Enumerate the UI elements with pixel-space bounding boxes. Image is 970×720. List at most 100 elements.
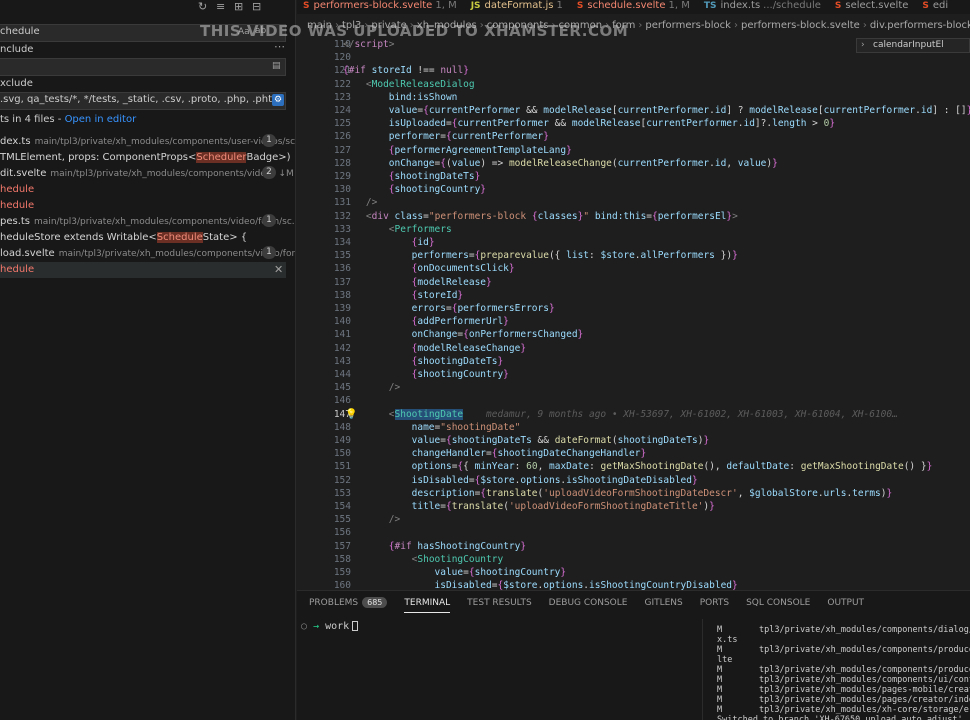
results-summary: ts in 4 files - Open in editor bbox=[0, 112, 136, 128]
code-line: value={shootingCountry} bbox=[434, 567, 567, 578]
search-result-match[interactable]: hedule ✕ bbox=[0, 262, 286, 278]
result-file-path: main/tpl3/private/xh_modules/components/… bbox=[50, 169, 275, 179]
dismiss-icon[interactable]: ✕ bbox=[274, 262, 283, 278]
editor-tab[interactable]: Sselect.svelte bbox=[829, 0, 917, 14]
git-path: tpl3/private/xh_modules/components/dialo… bbox=[759, 625, 970, 635]
new-search-editor-icon[interactable]: ⊞ bbox=[234, 0, 243, 13]
git-path: lte bbox=[717, 655, 733, 665]
panel-tab[interactable]: OUTPUT bbox=[827, 598, 864, 613]
tab-label: performers-block.svelte bbox=[313, 0, 433, 11]
tab-description: 1, M bbox=[435, 0, 457, 11]
search-result-match[interactable]: hedule bbox=[0, 198, 286, 214]
panel-tab[interactable]: SQL CONSOLE bbox=[746, 598, 810, 613]
tab-description: .../schedule bbox=[763, 0, 821, 11]
code-line: description={translate('uploadVideoFormS… bbox=[411, 487, 893, 499]
bottom-panel: PROBLEMS 685 TERMINAL TEST RESULTS DEBUG CON… bbox=[297, 590, 970, 720]
code-line: <ModelReleaseDialog bbox=[365, 78, 475, 90]
code-line: performer={currentPerformer} bbox=[388, 131, 549, 143]
code-line: <div class="performers-block {classes}" … bbox=[365, 210, 738, 222]
svelte-file-icon: S bbox=[303, 1, 310, 11]
panel-tab-label: PORTS bbox=[699, 598, 730, 608]
panel-tab-label: OUTPUT bbox=[827, 598, 865, 608]
code-line: isUploaded={currentPerformer && modelRel… bbox=[388, 118, 836, 130]
search-result-file[interactable]: dex.ts main/tpl3/private/xh_modules/compo… bbox=[0, 134, 295, 150]
code-line: {modelReleaseChange} bbox=[411, 342, 527, 354]
code-line: bind:isShown bbox=[388, 91, 458, 103]
code-line: {shootingDateTs} bbox=[411, 355, 504, 367]
tab-description: 1 bbox=[556, 0, 563, 11]
files-to-exclude-input[interactable]: .svg, qa_tests/*, */tests, _static, .csv… bbox=[0, 92, 286, 110]
prompt-directory: work bbox=[325, 621, 350, 632]
code-line: onChange={(value) => modelReleaseChange(… bbox=[388, 157, 778, 169]
editor-tab[interactable]: Sperformers-block.svelte 1, M bbox=[297, 0, 465, 14]
tab-label: index.ts bbox=[720, 0, 761, 11]
search-result-file[interactable]: load.svelte main/tpl3/private/xh_modules/… bbox=[0, 246, 295, 262]
terminal-output-line: x.ts bbox=[717, 635, 737, 645]
svelte-file-icon: S bbox=[922, 1, 929, 11]
open-in-editor-link[interactable]: Open in editor bbox=[65, 114, 137, 125]
svelte-file-icon: S bbox=[576, 1, 584, 11]
results-summary-text: ts in 4 files - bbox=[0, 114, 65, 125]
code-line: isDisabled={$store.options.isShootingDat… bbox=[411, 474, 698, 486]
breadcrumb-item[interactable]: performers-block bbox=[645, 20, 731, 31]
panel-tab[interactable]: PROBLEMS 685 bbox=[309, 597, 388, 612]
git-path: tpl3/private/xh_modules/xh-core/storage/… bbox=[759, 705, 970, 715]
breadcrumb-item[interactable]: div.performers-block {cl bbox=[870, 20, 970, 31]
result-file-name: dex.ts bbox=[0, 136, 31, 147]
git-path: tpl3/private/xh_modules/components/ui/co… bbox=[759, 675, 970, 685]
code-line: isDisabled={$store.options.isShootingCou… bbox=[434, 580, 738, 590]
terminal[interactable]: ○ → work bbox=[301, 621, 359, 632]
problems-count-badge: 685 bbox=[362, 597, 388, 608]
tab-label: schedule.svelte bbox=[587, 0, 666, 11]
result-file-name: pes.ts bbox=[0, 216, 31, 227]
code-editor[interactable]: 119 </script> 120 121 {#if storeId !== nul… bbox=[297, 38, 970, 590]
git-status: M bbox=[717, 665, 723, 675]
editor-tab[interactable]: Sschedule.svelte 1, M bbox=[571, 0, 698, 14]
panel-tab[interactable]: PORTS bbox=[700, 598, 729, 613]
match-count-badge: 1 bbox=[262, 246, 276, 259]
git-path: tpl3/private/xh_modules/components/produ… bbox=[759, 645, 970, 655]
panel-tab[interactable]: TEST RESULTS bbox=[467, 598, 531, 613]
panel-tab[interactable]: TERMINAL bbox=[404, 598, 451, 613]
clear-results-icon[interactable]: ≡ bbox=[216, 0, 225, 13]
files-to-exclude-label: xclude bbox=[0, 78, 33, 89]
code-line: {id} bbox=[411, 237, 435, 248]
match-highlight: Scheduler bbox=[196, 152, 247, 163]
panel-tab-bar: PROBLEMS 685 TERMINAL TEST RESULTS DEBUG CON… bbox=[309, 597, 881, 613]
tab-label: edi bbox=[932, 0, 949, 11]
search-result-match[interactable]: TMLElement, props: ComponentProps<Schedu… bbox=[0, 150, 295, 166]
open-editors-only-icon[interactable]: ▤ bbox=[272, 61, 281, 71]
sticky-scroll-hint[interactable]: › calendarInputEl bbox=[856, 38, 970, 53]
search-result-file[interactable]: pes.ts main/tpl3/private/xh_modules/compo… bbox=[0, 214, 295, 230]
panel-tab-label: DEBUG CONSOLE bbox=[548, 598, 628, 608]
code-line: <ShootingCountry bbox=[411, 553, 504, 565]
refresh-icon[interactable]: ↻ bbox=[198, 0, 207, 13]
files-to-include-input[interactable]: ▤ bbox=[0, 58, 286, 76]
breadcrumb-item[interactable]: performers-block.svelte bbox=[741, 20, 860, 31]
code-line: /> bbox=[365, 197, 378, 209]
panel-tab[interactable]: DEBUG CONSOLE bbox=[549, 598, 628, 613]
editor-tab[interactable]: Sedi bbox=[916, 0, 956, 14]
match-count-badge: 1 bbox=[262, 134, 276, 147]
tab-description: 1, M bbox=[668, 0, 690, 11]
breadcrumb-separator-icon: › bbox=[733, 20, 738, 31]
editor-tab[interactable]: TS index.ts .../schedule bbox=[698, 0, 829, 14]
terminal-output-line: Mtpl3/private/xh_modules/xh-core/storage… bbox=[717, 705, 970, 715]
use-exclude-settings-icon[interactable]: ⚙ bbox=[272, 94, 284, 106]
git-status: M bbox=[717, 675, 723, 685]
search-result-match[interactable]: heduleStore extends Writable<ScheduleSta… bbox=[0, 230, 286, 246]
code-line: name="shootingDate" bbox=[411, 421, 521, 433]
search-result-match[interactable]: hedule bbox=[0, 182, 286, 198]
more-options-icon[interactable]: ⋯ bbox=[274, 40, 285, 53]
search-result-file[interactable]: dit.svelte main/tpl3/private/xh_modules/c… bbox=[0, 166, 294, 182]
result-file-name: load.svelte bbox=[0, 248, 55, 259]
collapse-all-icon[interactable]: ⊟ bbox=[252, 0, 261, 13]
code-line: </script> bbox=[343, 39, 395, 50]
terminal-split-output[interactable]: Mtpl3/private/xh_modules/components/dial… bbox=[702, 619, 970, 720]
panel-tab-label: SQL CONSOLE bbox=[746, 598, 811, 608]
editor-tab[interactable]: JS dateFormat.js 1 bbox=[465, 0, 571, 14]
code-line: {modelRelease} bbox=[411, 276, 492, 288]
panel-tab-label: TERMINAL bbox=[404, 598, 451, 608]
git-path: Switched to branch 'XH-67650_upload_auto… bbox=[717, 715, 963, 720]
panel-tab[interactable]: GITLENS bbox=[644, 598, 682, 613]
